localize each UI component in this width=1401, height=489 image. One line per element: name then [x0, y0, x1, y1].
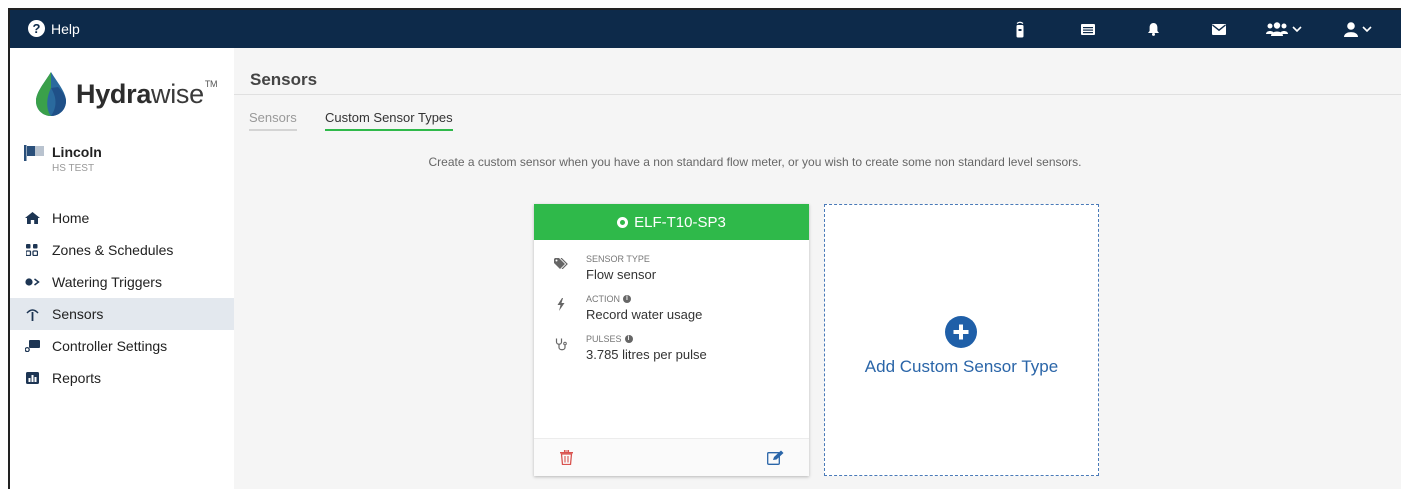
tags-icon	[552, 258, 570, 269]
sidebar-item-label: Reports	[52, 370, 102, 386]
bell-icon[interactable]	[1147, 20, 1160, 38]
bolt-icon	[552, 298, 570, 311]
users-icon	[1266, 22, 1288, 36]
sensor-field-value: 3.785 litres per pulse	[586, 347, 707, 362]
home-icon	[24, 212, 40, 224]
sidebar-item-label: Controller Settings	[52, 338, 168, 354]
reports-icon	[24, 372, 40, 384]
stethoscope-icon	[552, 338, 570, 351]
brand-name: HydrawiseTM	[76, 78, 218, 109]
sidebar-item-label: Home	[52, 210, 90, 226]
sensor-card-title: ELF-T10-SP3	[634, 213, 726, 231]
sidebar-item-reports[interactable]: Reports	[10, 362, 234, 394]
controller-subtitle: HS TEST	[52, 163, 95, 174]
sidebar-item-controller-settings[interactable]: Controller Settings	[10, 330, 234, 362]
envelope-icon[interactable]	[1212, 20, 1226, 38]
plus-circle-icon	[945, 316, 977, 348]
sidebar-item-label: Zones & Schedules	[52, 242, 174, 258]
triggers-icon	[24, 278, 40, 286]
controller-flag-icon	[24, 145, 44, 161]
water-drop-icon	[36, 72, 66, 116]
hydrawise-logo[interactable]: HydrawiseTM	[32, 70, 218, 118]
controller-name: Lincoln	[52, 144, 102, 160]
sensor-field-value: Record water usage	[586, 307, 703, 322]
sidebar-item-watering-triggers[interactable]: Watering Triggers	[10, 266, 234, 298]
sidebar-item-sensors[interactable]: Sensors	[10, 298, 234, 330]
sensor-type-card: ELF-T10-SP3 SENSOR TYPE Flow sensor ACTI…	[534, 204, 809, 476]
users-menu[interactable]	[1266, 20, 1302, 38]
sensor-field-label: PULSES i	[586, 334, 633, 344]
sensor-field-value: Flow sensor	[586, 267, 657, 282]
sidebar-item-home[interactable]: Home	[10, 202, 234, 234]
user-icon	[1344, 21, 1358, 37]
zones-icon	[24, 244, 40, 256]
sensor-card-header: ELF-T10-SP3	[534, 204, 809, 240]
main-content: Sensors Sensors Custom Sensor Types Crea…	[234, 48, 1401, 489]
add-custom-sensor-type-label: Add Custom Sensor Type	[864, 357, 1059, 376]
info-icon[interactable]: i	[623, 295, 632, 303]
sensor-field-label: ACTION i	[586, 294, 632, 304]
title-divider	[234, 94, 1401, 95]
sidebar-item-label: Sensors	[52, 306, 104, 322]
question-icon: ?	[28, 20, 45, 37]
add-custom-sensor-type-card[interactable]: Add Custom Sensor Type	[824, 204, 1099, 476]
sidebar: HydrawiseTM Lincoln HS TEST Home Zones &…	[10, 48, 234, 489]
top-bar: ? Help	[10, 10, 1401, 48]
help-label: Help	[51, 20, 80, 37]
sensor-field-label: SENSOR TYPE	[586, 254, 650, 264]
tab-custom-sensor-types[interactable]: Custom Sensor Types	[325, 110, 453, 131]
intro-text: Create a custom sensor when you have a n…	[428, 155, 1082, 169]
chevron-down-icon	[1362, 26, 1372, 32]
edit-icon[interactable]	[767, 450, 784, 470]
sidebar-item-label: Watering Triggers	[52, 274, 162, 290]
sensor-card-footer	[534, 438, 809, 476]
tab-sensors[interactable]: Sensors	[249, 110, 297, 131]
list-icon[interactable]	[1081, 20, 1095, 38]
app-frame: ? Help HydrawiseTM Lincoln HS TEST Home …	[8, 8, 1401, 489]
controller-settings-icon	[24, 340, 40, 352]
user-menu[interactable]	[1344, 20, 1372, 38]
controller-icon[interactable]	[1016, 20, 1024, 38]
trash-icon[interactable]	[560, 449, 573, 470]
page-title: Sensors	[250, 70, 318, 89]
chevron-down-icon	[1292, 26, 1302, 32]
antenna-icon	[24, 308, 40, 321]
help-link[interactable]: ? Help	[28, 20, 80, 37]
sidebar-item-zones-schedules[interactable]: Zones & Schedules	[10, 234, 234, 266]
info-icon[interactable]: i	[624, 335, 633, 343]
status-dot-icon	[617, 216, 629, 228]
